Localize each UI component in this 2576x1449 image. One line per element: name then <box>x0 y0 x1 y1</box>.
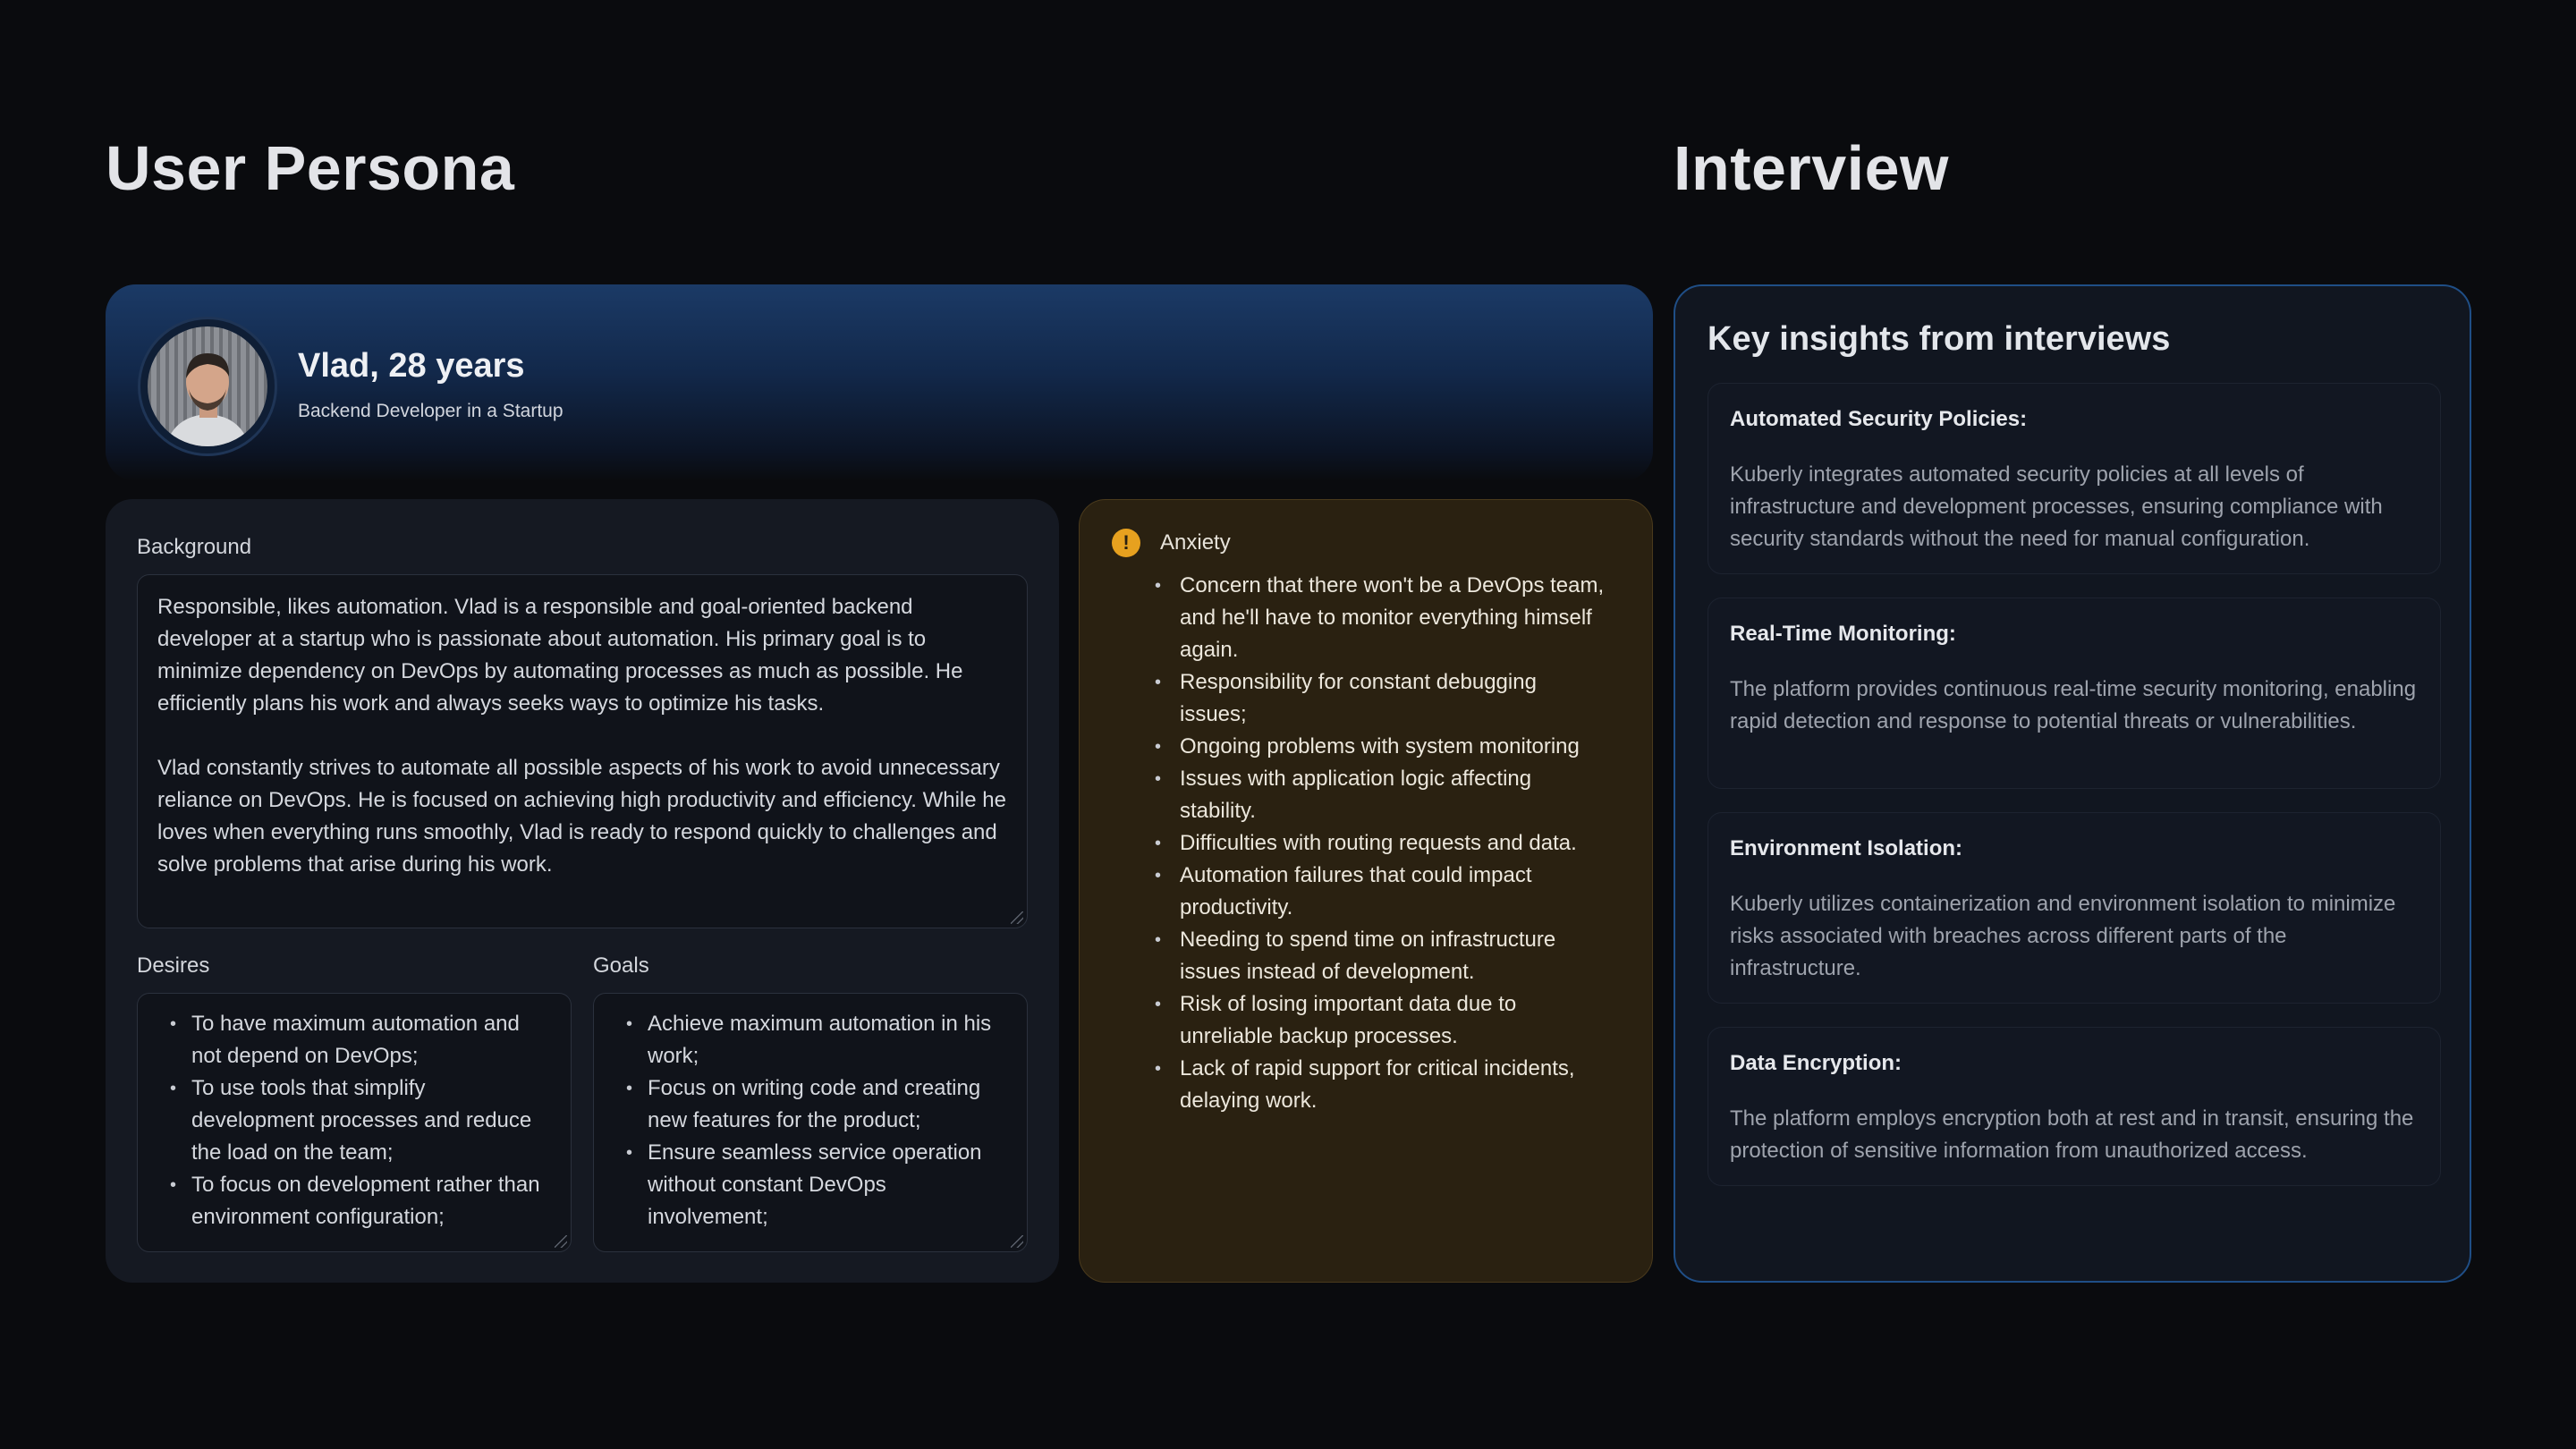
insight-text: Kuberly utilizes containerization and en… <box>1730 892 2396 980</box>
desires-textarea[interactable]: To have maximum automation and not depen… <box>137 993 572 1252</box>
insight-text: The platform employs encryption both at … <box>1730 1106 2414 1163</box>
resize-handle-icon[interactable] <box>1011 1235 1023 1248</box>
insight-title: Real-Time Monitoring: <box>1730 622 1956 646</box>
list-item: Risk of losing important data due to unr… <box>1144 988 1609 1053</box>
anxiety-card: ! Anxiety Concern that there won't be a … <box>1079 499 1653 1283</box>
resize-handle-icon[interactable] <box>555 1235 567 1248</box>
list-item: Difficulties with routing requests and d… <box>1144 827 1609 860</box>
insight-title: Automated Security Policies: <box>1730 407 2028 431</box>
list-item: Responsibility for constant debugging is… <box>1144 666 1609 731</box>
persona-name: Vlad, 28 years <box>298 347 525 385</box>
persona-details-card: Background Responsible, likes automation… <box>106 499 1059 1283</box>
list-item: Focus on writing code and creating new f… <box>612 1072 1009 1137</box>
list-item: Ensure seamless service operation withou… <box>612 1137 1009 1233</box>
anxiety-title: Anxiety <box>1160 530 1231 555</box>
anxiety-list: Concern that there won't be a DevOps tea… <box>1144 570 1609 1117</box>
background-textarea[interactable]: Responsible, likes automation. Vlad is a… <box>137 574 1028 928</box>
desires-list: To have maximum automation and not depen… <box>156 1008 553 1233</box>
avatar-photo-icon <box>148 326 267 446</box>
insight-card: Data Encryption: The platform employs en… <box>1707 1027 2441 1186</box>
insight-card: Environment Isolation: Kuberly utilizes … <box>1707 812 2441 1004</box>
desires-label: Desires <box>137 953 210 978</box>
list-item: To focus on development rather than envi… <box>156 1169 553 1233</box>
resize-handle-icon[interactable] <box>1011 911 1023 924</box>
interview-section-title: Interview <box>1674 133 1949 203</box>
insight-card: Automated Security Policies: Kuberly int… <box>1707 383 2441 574</box>
persona-role: Backend Developer in a Startup <box>298 401 564 421</box>
list-item: Lack of rapid support for critical incid… <box>1144 1053 1609 1117</box>
goals-list: Achieve maximum automation in his work; … <box>612 1008 1009 1233</box>
list-item: Concern that there won't be a DevOps tea… <box>1144 570 1609 666</box>
goals-textarea[interactable]: Achieve maximum automation in his work; … <box>593 993 1028 1252</box>
list-item: Achieve maximum automation in his work; <box>612 1008 1009 1072</box>
insight-text: The platform provides continuous real-ti… <box>1730 677 2417 733</box>
background-paragraph: Vlad constantly strives to automate all … <box>157 756 1006 877</box>
insight-title: Environment Isolation: <box>1730 836 1963 860</box>
interview-heading: Key insights from interviews <box>1707 320 2171 358</box>
list-item: Issues with application logic affecting … <box>1144 763 1609 827</box>
insight-title: Data Encryption: <box>1730 1051 1902 1075</box>
list-item: Automation failures that could impact pr… <box>1144 860 1609 924</box>
background-paragraph: Responsible, likes automation. Vlad is a… <box>157 595 963 716</box>
persona-header: Vlad, 28 years Backend Developer in a St… <box>106 284 1653 481</box>
interview-panel: Key insights from interviews Automated S… <box>1674 284 2471 1283</box>
persona-section-title: User Persona <box>106 133 515 203</box>
warning-icon: ! <box>1112 529 1140 557</box>
list-item: To have maximum automation and not depen… <box>156 1008 553 1072</box>
page: User Persona Interview Vlad, 28 years Ba… <box>0 0 2576 1449</box>
list-item: Needing to spend time on infrastructure … <box>1144 924 1609 988</box>
insight-text: Kuberly integrates automated security po… <box>1730 462 2383 551</box>
background-label: Background <box>137 535 252 559</box>
list-item: To use tools that simplify development p… <box>156 1072 553 1169</box>
insight-card: Real-Time Monitoring: The platform provi… <box>1707 597 2441 789</box>
list-item: Ongoing problems with system monitoring <box>1144 731 1609 763</box>
avatar <box>138 317 277 456</box>
goals-label: Goals <box>593 953 649 978</box>
